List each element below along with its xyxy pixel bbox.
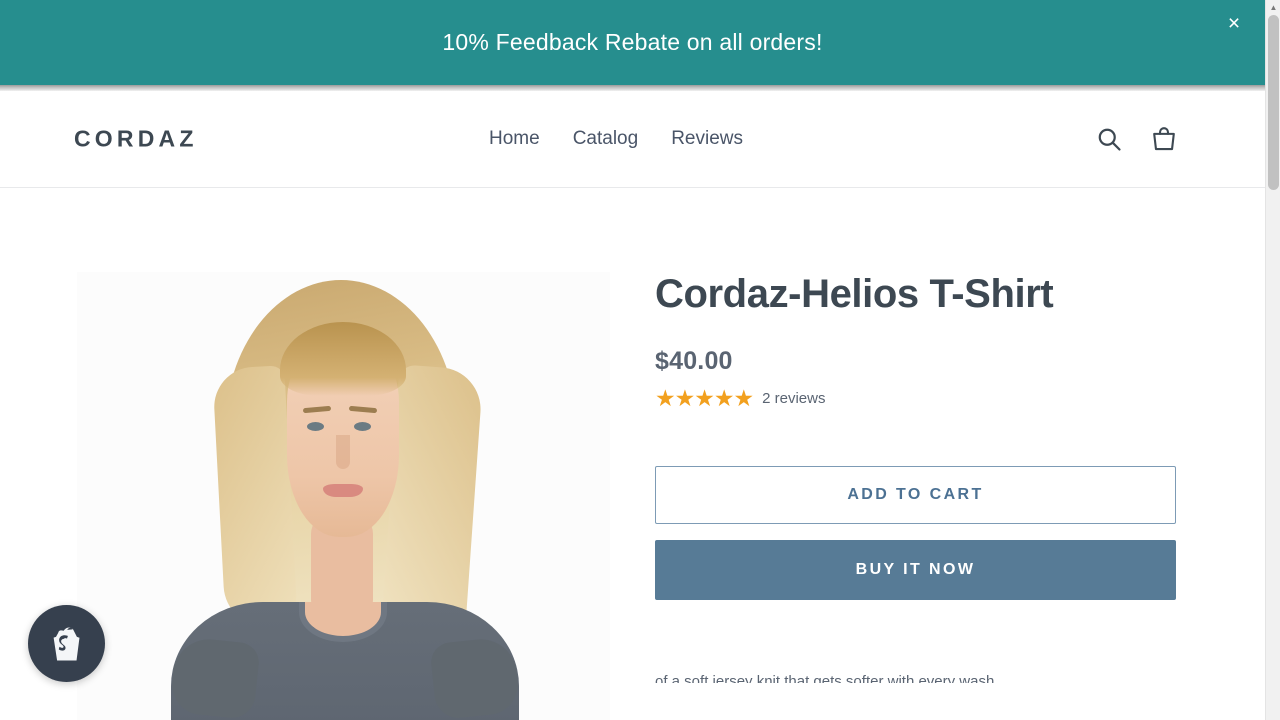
brand-logo[interactable]: CORDAZ — [74, 126, 198, 153]
promo-banner[interactable]: 10% Feedback Rebate on all orders! × — [0, 0, 1265, 85]
nav-item-home[interactable]: Home — [489, 128, 540, 150]
chat-launcher-button[interactable] — [28, 605, 105, 682]
page-viewport: 10% Feedback Rebate on all orders! × COR… — [0, 0, 1265, 720]
product-description: of a soft jersey knit that gets softer w… — [655, 672, 999, 683]
star-rating-icon: ★★★★★ — [655, 384, 754, 411]
promo-banner-text: 10% Feedback Rebate on all orders! — [442, 29, 823, 55]
scroll-up-icon[interactable]: ▲ — [1266, 0, 1280, 15]
product-image[interactable] — [77, 272, 610, 720]
purchase-buttons: ADD TO CART BUY IT NOW — [655, 465, 1176, 600]
main-nav: Home Catalog Reviews — [489, 128, 743, 150]
product-title: Cordaz-Helios T-Shirt — [655, 272, 1054, 316]
header-actions — [1094, 124, 1179, 154]
product-rating[interactable]: ★★★★★ 2 reviews — [655, 384, 1185, 411]
site-header: CORDAZ Home Catalog Reviews — [0, 91, 1265, 188]
product-info: Cordaz-Helios T-Shirt $40.00 ★★★★★ 2 rev… — [655, 272, 1185, 720]
scrollbar-thumb[interactable] — [1268, 15, 1279, 190]
search-icon[interactable] — [1094, 124, 1124, 154]
product-section: Cordaz-Helios T-Shirt $40.00 ★★★★★ 2 rev… — [0, 188, 1265, 720]
buy-it-now-button[interactable]: BUY IT NOW — [655, 539, 1176, 600]
add-to-cart-button[interactable]: ADD TO CART — [655, 465, 1176, 524]
shopping-bag-icon[interactable] — [1149, 124, 1179, 154]
close-icon[interactable]: × — [1221, 10, 1247, 36]
vertical-scrollbar[interactable]: ▲ — [1265, 0, 1280, 720]
nav-item-reviews[interactable]: Reviews — [671, 128, 743, 150]
shopify-bag-icon — [53, 626, 79, 660]
reviews-count-label[interactable]: 2 reviews — [762, 390, 825, 407]
browser-page: 10% Feedback Rebate on all orders! × COR… — [0, 0, 1280, 720]
product-media — [77, 272, 610, 720]
product-price: $40.00 — [655, 346, 733, 375]
nav-item-catalog[interactable]: Catalog — [573, 128, 639, 150]
